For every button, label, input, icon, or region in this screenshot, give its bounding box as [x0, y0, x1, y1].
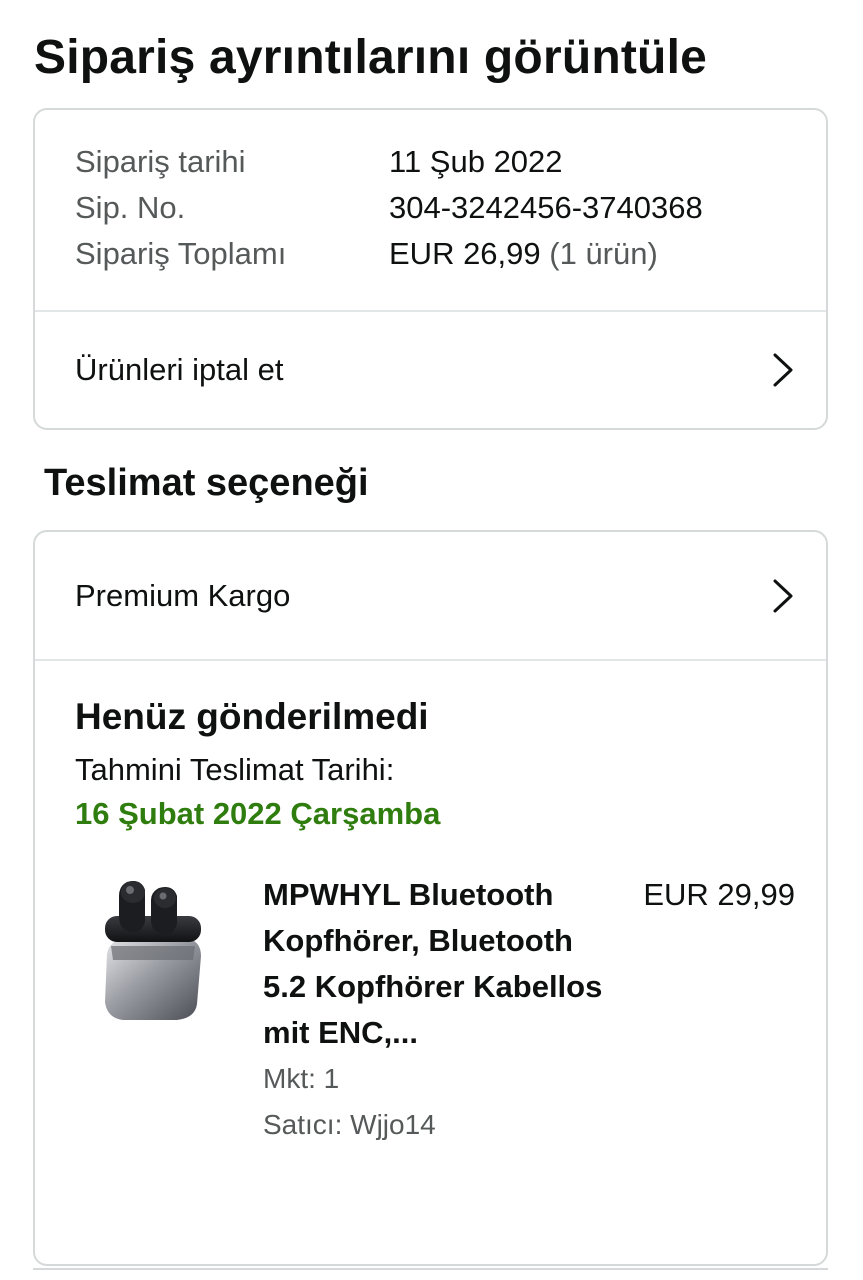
delivery-option-label: Premium Kargo	[75, 578, 291, 613]
order-summary-grid: Sipariş tarihi 11 Şub 2022 Sip. No. 304-…	[75, 142, 703, 274]
chevron-right-icon	[773, 579, 793, 613]
order-total-label: Sipariş Toplamı	[75, 236, 287, 271]
order-number-value: 304-3242456-3740368	[389, 190, 703, 225]
order-date-value: 11 Şub 2022	[389, 144, 563, 179]
shipment-status-block: Henüz gönderilmedi Tahmini Teslimat Tari…	[75, 692, 795, 836]
chevron-right-icon	[773, 353, 793, 387]
page-title: Sipariş ayrıntılarını görüntüle	[34, 31, 707, 84]
order-item-count: (1 ürün)	[549, 236, 658, 271]
delivery-section-title: Teslimat seçeneği	[44, 462, 369, 504]
delivery-option-button[interactable]: Premium Kargo	[35, 532, 826, 660]
product-info: MPWHYL Bluetooth Kopfhörer, Bluetooth 5.…	[263, 872, 603, 1148]
shipment-status: Henüz gönderilmedi	[75, 696, 429, 737]
eta-date: 16 Şubat 2022 Çarşamba	[75, 796, 441, 831]
order-total-value: EUR 26,99 (1 ürün)	[389, 234, 703, 274]
delivery-card: Premium Kargo Henüz gönderilmedi Tahmini…	[33, 530, 828, 1266]
order-summary-card: Sipariş tarihi 11 Şub 2022 Sip. No. 304-…	[33, 108, 828, 430]
product-seller: Satıcı: Wjjo14	[263, 1109, 436, 1140]
order-date-label: Sipariş tarihi	[75, 144, 246, 179]
order-number-label: Sip. No.	[75, 190, 186, 225]
cancel-items-button[interactable]: Ürünleri iptal et	[35, 312, 826, 428]
product-quantity: Mkt: 1	[263, 1063, 340, 1094]
eta-label: Tahmini Teslimat Tarihi:	[75, 752, 395, 787]
product-price: EUR 29,99	[643, 877, 795, 912]
cancel-items-label: Ürünleri iptal et	[75, 352, 284, 387]
page-bottom-divider	[33, 1268, 828, 1270]
delivery-divider	[35, 659, 826, 661]
earbuds-case-icon[interactable]	[97, 876, 207, 1026]
product-title-link[interactable]: MPWHYL Bluetooth Kopfhörer, Bluetooth 5.…	[263, 872, 603, 1056]
product-item: MPWHYL Bluetooth Kopfhörer, Bluetooth 5.…	[75, 872, 795, 1212]
order-total-amount: EUR 26,99	[389, 236, 541, 271]
